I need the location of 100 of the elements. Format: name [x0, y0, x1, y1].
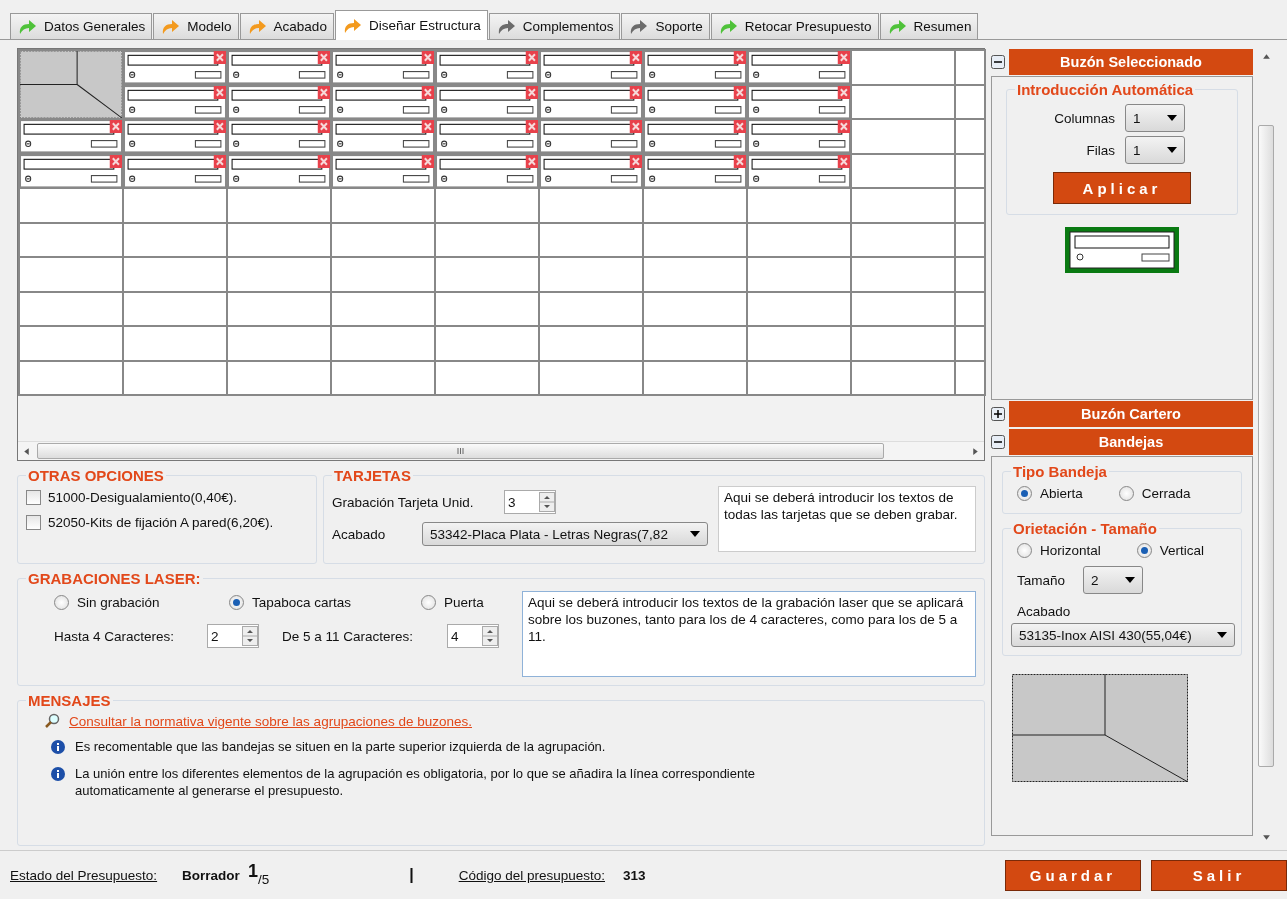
columns-dropdown[interactable]: 1 [1125, 104, 1185, 132]
empty-cell[interactable] [852, 51, 954, 84]
radio-button[interactable] [1017, 543, 1032, 558]
mailbox-drawing[interactable] [748, 51, 850, 84]
scroll-down-icon[interactable] [1261, 833, 1271, 842]
empty-cell[interactable] [436, 327, 538, 360]
empty-cell[interactable] [644, 361, 746, 394]
mailbox-drawing[interactable] [540, 120, 642, 153]
tray-drawing[interactable] [20, 51, 122, 118]
empty-cell[interactable] [228, 189, 330, 222]
scrollbar-thumb[interactable]: III [37, 443, 884, 459]
empty-cell[interactable] [852, 361, 954, 394]
empty-cell[interactable] [748, 327, 850, 360]
empty-cell[interactable] [644, 292, 746, 325]
empty-cell[interactable] [436, 361, 538, 394]
tab[interactable]: Modelo [153, 13, 239, 39]
empty-cell[interactable] [20, 189, 122, 222]
empty-cell[interactable] [332, 189, 434, 222]
empty-cell[interactable] [852, 223, 954, 256]
empty-cell[interactable] [540, 189, 642, 222]
radio-button[interactable] [421, 595, 436, 610]
empty-cell[interactable] [644, 258, 746, 291]
empty-cell[interactable] [332, 223, 434, 256]
empty-cell[interactable] [748, 292, 850, 325]
empty-cell[interactable] [20, 223, 122, 256]
mailbox-drawing[interactable] [644, 51, 746, 84]
empty-cell[interactable] [748, 361, 850, 394]
spin-arrows-icon[interactable] [482, 626, 498, 646]
tab[interactable]: Datos Generales [10, 13, 153, 39]
empty-cell[interactable] [852, 292, 954, 325]
empty-cell[interactable] [124, 292, 226, 325]
number-spinner[interactable]: 4 [447, 624, 499, 648]
mailbox-drawing[interactable] [436, 154, 538, 187]
empty-cell[interactable] [644, 223, 746, 256]
empty-cell[interactable] [852, 189, 954, 222]
radio-button[interactable] [1017, 486, 1032, 501]
empty-cell[interactable] [540, 223, 642, 256]
empty-cell[interactable] [852, 120, 954, 153]
rows-dropdown[interactable]: 1 [1125, 136, 1185, 164]
empty-cell[interactable] [436, 292, 538, 325]
mailbox-drawing[interactable] [436, 51, 538, 84]
mailbox-drawing[interactable] [124, 51, 226, 84]
spin-arrows-icon[interactable] [539, 492, 555, 512]
radio-button[interactable] [229, 595, 244, 610]
mailbox-drawing[interactable] [332, 154, 434, 187]
empty-cell[interactable] [540, 327, 642, 360]
empty-cell[interactable] [228, 223, 330, 256]
empty-cell[interactable] [852, 258, 954, 291]
mailbox-drawing[interactable] [332, 85, 434, 118]
apply-button[interactable]: Aplicar [1053, 172, 1191, 204]
scroll-right-icon[interactable] [971, 446, 980, 456]
empty-cell[interactable] [748, 189, 850, 222]
laser-text-area[interactable]: Aqui se deberá introducir los textos de la grabación laser que se aplicará sobre los buzones, tanto para los de 4 caracteres, como para los de 5 a 11. [522, 591, 976, 677]
empty-cell[interactable] [540, 361, 642, 394]
mailbox-drawing[interactable] [540, 85, 642, 118]
empty-cell[interactable] [124, 223, 226, 256]
empty-cell[interactable] [644, 327, 746, 360]
mailbox-drawing[interactable] [436, 120, 538, 153]
expand-icon[interactable] [991, 407, 1005, 421]
mailbox-drawing[interactable] [228, 120, 330, 153]
empty-cell[interactable] [852, 154, 954, 187]
mailbox-drawing[interactable] [228, 51, 330, 84]
size-dropdown[interactable]: 2 [1083, 566, 1144, 594]
mailbox-drawing[interactable] [332, 51, 434, 84]
scroll-left-icon[interactable] [22, 446, 31, 456]
mailbox-drawing[interactable] [228, 154, 330, 187]
spin-arrows-icon[interactable] [242, 626, 258, 646]
mailbox-drawing[interactable] [748, 154, 850, 187]
mailbox-drawing[interactable] [644, 154, 746, 187]
empty-cell[interactable] [124, 327, 226, 360]
empty-cell[interactable] [436, 258, 538, 291]
tab[interactable]: Diseñar Estructura [334, 10, 488, 40]
scroll-up-icon[interactable] [1261, 52, 1271, 61]
empty-cell[interactable] [20, 258, 122, 291]
section-header[interactable]: Buzón Seleccionado [1009, 49, 1253, 75]
empty-cell[interactable] [228, 327, 330, 360]
section-header[interactable]: Buzón Cartero [1009, 401, 1253, 427]
mailbox-drawing[interactable] [748, 85, 850, 118]
empty-cell[interactable] [228, 258, 330, 291]
mailbox-drawing[interactable] [124, 85, 226, 118]
tab[interactable]: Acabado [239, 13, 334, 39]
mailbox-drawing[interactable] [20, 154, 122, 187]
tab[interactable]: Soporte [621, 13, 710, 39]
empty-cell[interactable] [20, 327, 122, 360]
mailbox-drawing[interactable] [644, 120, 746, 153]
empty-cell[interactable] [332, 361, 434, 394]
mailbox-drawing[interactable] [540, 51, 642, 84]
mailbox-drawing[interactable] [436, 85, 538, 118]
number-spinner[interactable]: 3 [504, 490, 556, 514]
tab[interactable]: Resumen [879, 13, 979, 39]
empty-cell[interactable] [228, 292, 330, 325]
cards-text-area[interactable]: Aqui se deberá introducir los textos de todas las tarjetas que se deben grabar. [718, 486, 976, 552]
mailbox-drawing[interactable] [20, 120, 122, 153]
tab[interactable]: Retocar Presupuesto [710, 13, 879, 39]
radio-button[interactable] [54, 595, 69, 610]
mailbox-drawing[interactable] [228, 85, 330, 118]
mailbox-drawing[interactable] [540, 154, 642, 187]
section-header[interactable]: Bandejas [1009, 429, 1253, 455]
checkbox[interactable] [26, 490, 41, 505]
footer-button[interactable]: Guardar [1005, 859, 1141, 891]
